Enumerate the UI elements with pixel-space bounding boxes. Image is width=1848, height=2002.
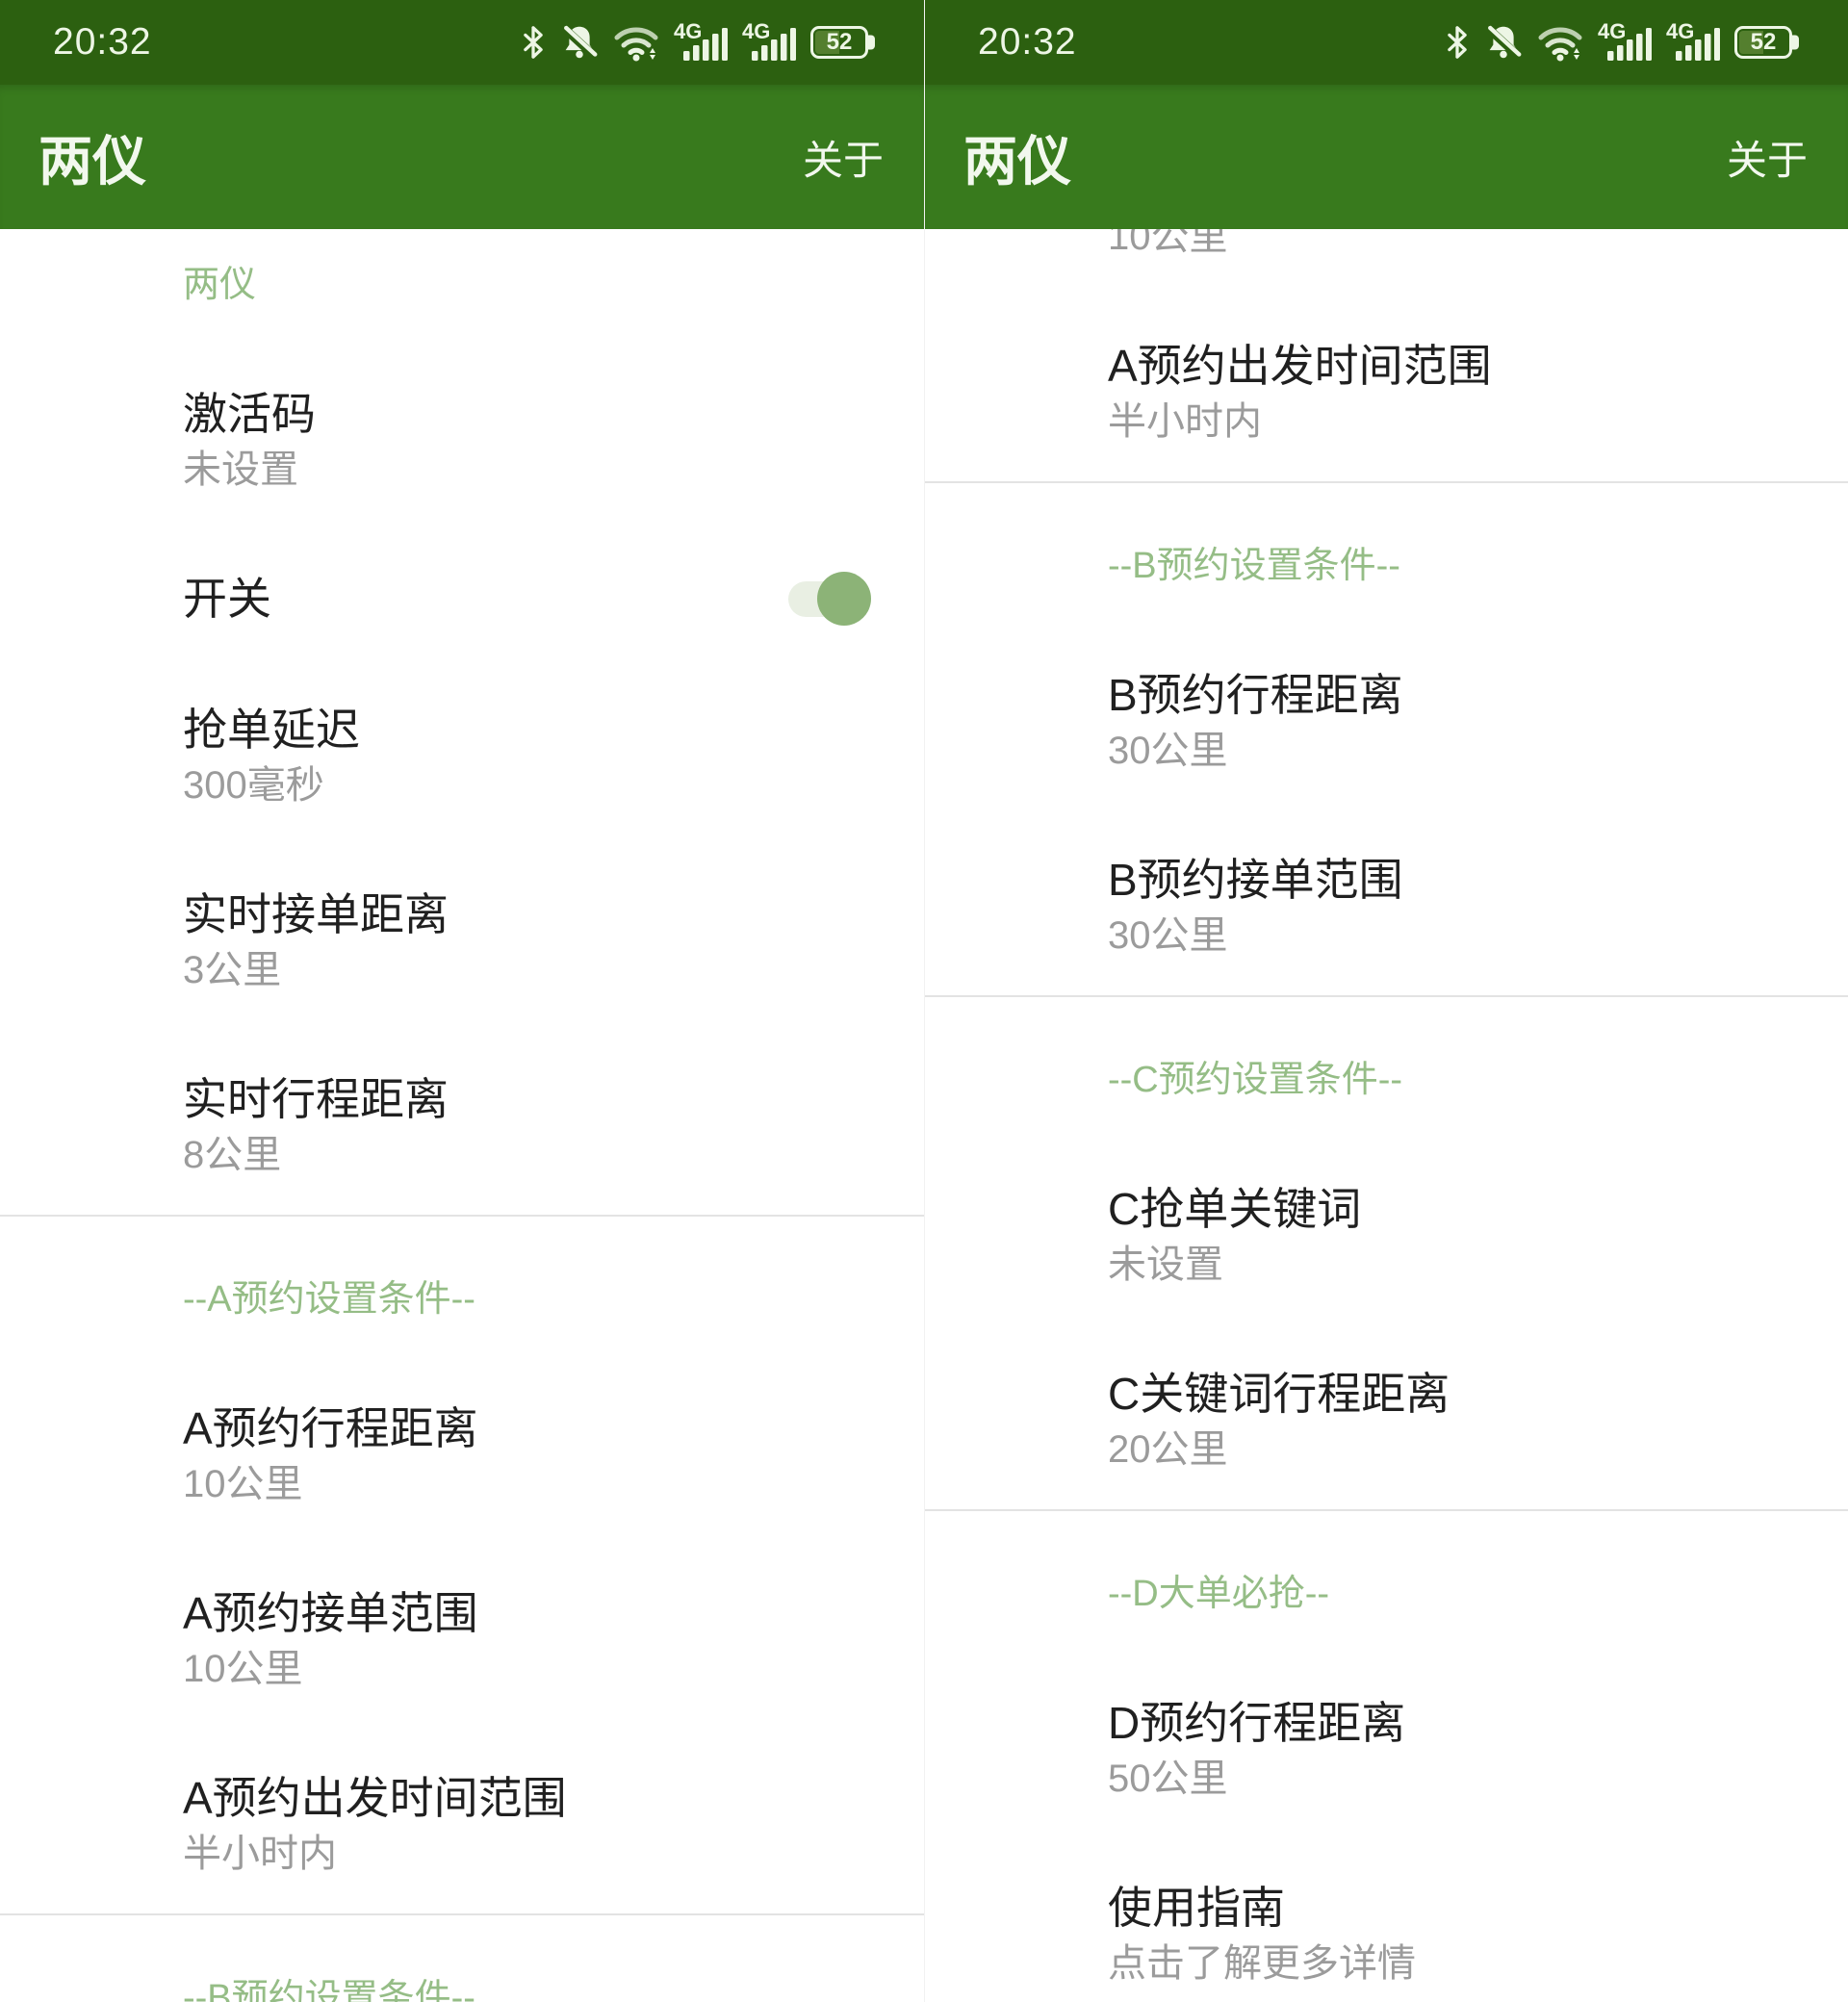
setting-item[interactable]: 10公里 — [1108, 229, 1795, 264]
battery-nub — [868, 36, 875, 50]
setting-title: 激活码 — [183, 385, 871, 443]
setting-title: 抢单延迟 — [183, 701, 871, 758]
setting-item[interactable]: C抢单关键词未设置 — [1108, 1107, 1795, 1292]
setting-item[interactable]: A预约出发时间范围半小时内 — [183, 1696, 871, 1881]
app-title: 两仪 — [963, 118, 1071, 196]
setting-title: 实时行程距离 — [183, 1070, 871, 1128]
setting-title: A预约出发时间范围 — [183, 1769, 871, 1827]
signal-4g-icon: 4G — [1666, 21, 1720, 64]
setting-value: 未设置 — [1108, 1238, 1795, 1292]
setting-item[interactable]: B预约接单范围30公里 — [1108, 778, 1795, 962]
setting-title: A预约出发时间范围 — [1108, 337, 1795, 395]
setting-value: 30公里 — [1108, 724, 1795, 778]
clock-time: 20:32 — [978, 21, 1077, 64]
notifications-off-icon — [1484, 23, 1523, 62]
screenshot-panel-left: 20:32 4G — [0, 0, 924, 2002]
setting-value: 10公里 — [1108, 229, 1795, 264]
signal-4g-icon: 4G — [742, 21, 796, 64]
category-header: 两仪 — [183, 258, 866, 312]
setting-value: 30公里 — [1108, 909, 1795, 962]
signal-4g-icon: 4G — [674, 21, 728, 64]
setting-value: 300毫秒 — [183, 758, 871, 812]
app-bar: 两仪 关于 — [0, 85, 924, 229]
setting-value: 20公里 — [1108, 1423, 1795, 1476]
settings-list: 10公里A预约出发时间范围半小时内--B预约设置条件--B预约行程距离30公里B… — [925, 229, 1848, 2002]
bluetooth-icon — [521, 23, 546, 62]
setting-item[interactable]: A预约出发时间范围半小时内 — [1108, 264, 1795, 449]
setting-value: 未设置 — [183, 443, 871, 497]
setting-item[interactable]: A预约行程距离10公里 — [183, 1326, 871, 1511]
setting-title: B预约接单范围 — [1108, 851, 1795, 909]
section-divider — [925, 1509, 1848, 1511]
setting-item[interactable]: D预约行程距离50公里 — [1108, 1621, 1795, 1806]
setting-item[interactable]: 激活码未设置 — [183, 312, 871, 497]
setting-value: 3公里 — [183, 943, 871, 997]
setting-value: 8公里 — [183, 1128, 871, 1182]
toggle-thumb — [817, 572, 871, 626]
about-menu-button[interactable]: 关于 — [803, 128, 884, 187]
setting-item[interactable]: 抢单延迟300毫秒 — [183, 628, 871, 812]
status-icons: 4G 4G — [521, 21, 876, 64]
battery-percent: 52 — [827, 31, 853, 54]
setting-item[interactable]: B预约行程距离30公里 — [1108, 593, 1795, 778]
battery-icon: 52 — [810, 26, 868, 59]
battery-icon: 52 — [1734, 26, 1792, 59]
setting-item[interactable]: A预约接单范围10公里 — [183, 1511, 871, 1696]
bluetooth-icon — [1445, 23, 1470, 62]
app-title: 两仪 — [38, 118, 146, 196]
setting-title: 实时接单距离 — [183, 886, 871, 943]
setting-value: 半小时内 — [183, 1827, 871, 1881]
battery-percent: 52 — [1751, 31, 1777, 54]
toggle-switch[interactable] — [788, 572, 871, 626]
status-icons: 4G 4G — [1445, 21, 1800, 64]
category-header: --B预约设置条件-- — [1108, 539, 1790, 593]
section-divider — [0, 1913, 924, 1915]
setting-item[interactable]: C关键词行程距离20公里 — [1108, 1292, 1795, 1476]
notifications-off-icon — [560, 23, 599, 62]
wifi-icon — [613, 23, 659, 62]
toggle-item[interactable]: 开关 — [183, 497, 871, 628]
about-menu-button[interactable]: 关于 — [1727, 128, 1808, 187]
settings-list: 两仪激活码未设置开关抢单延迟300毫秒实时接单距离3公里实时行程距离8公里--A… — [0, 229, 924, 2002]
setting-value: 10公里 — [183, 1457, 871, 1511]
setting-title: 开关 — [183, 570, 271, 628]
setting-title: A预约接单范围 — [183, 1584, 871, 1642]
setting-title: C抢单关键词 — [1108, 1180, 1795, 1238]
status-bar: 20:32 4G — [0, 0, 924, 85]
status-bar: 20:32 4G — [925, 0, 1848, 85]
app-bar: 两仪 关于 — [925, 85, 1848, 229]
section-divider — [925, 995, 1848, 997]
screenshot-panel-right: 20:32 4G — [924, 0, 1848, 2002]
section-divider — [925, 481, 1848, 483]
setting-item[interactable]: 使用指南点击了解更多详情 — [1108, 1806, 1795, 1990]
category-header: --B预约设置条件-- — [183, 1971, 866, 2002]
setting-item[interactable]: 实时接单距离3公里 — [183, 812, 871, 997]
category-header: --C预约设置条件-- — [1108, 1053, 1790, 1107]
section-divider — [0, 1215, 924, 1217]
setting-value: 10公里 — [183, 1642, 871, 1696]
category-header: --D大单必抢-- — [1108, 1567, 1790, 1621]
setting-value: 半小时内 — [1108, 395, 1795, 449]
setting-item[interactable]: 实时行程距离8公里 — [183, 997, 871, 1182]
setting-title: C关键词行程距离 — [1108, 1365, 1795, 1423]
setting-value: 50公里 — [1108, 1752, 1795, 1806]
setting-title: 使用指南 — [1108, 1879, 1795, 1937]
clock-time: 20:32 — [53, 21, 152, 64]
setting-title: A预约行程距离 — [183, 1399, 871, 1457]
signal-4g-icon: 4G — [1598, 21, 1652, 64]
category-header: --A预约设置条件-- — [183, 1272, 866, 1326]
wifi-icon — [1537, 23, 1583, 62]
setting-title: D预约行程距离 — [1108, 1694, 1795, 1752]
setting-title: B预约行程距离 — [1108, 666, 1795, 724]
battery-nub — [1792, 36, 1799, 50]
setting-value: 点击了解更多详情 — [1108, 1937, 1795, 1990]
